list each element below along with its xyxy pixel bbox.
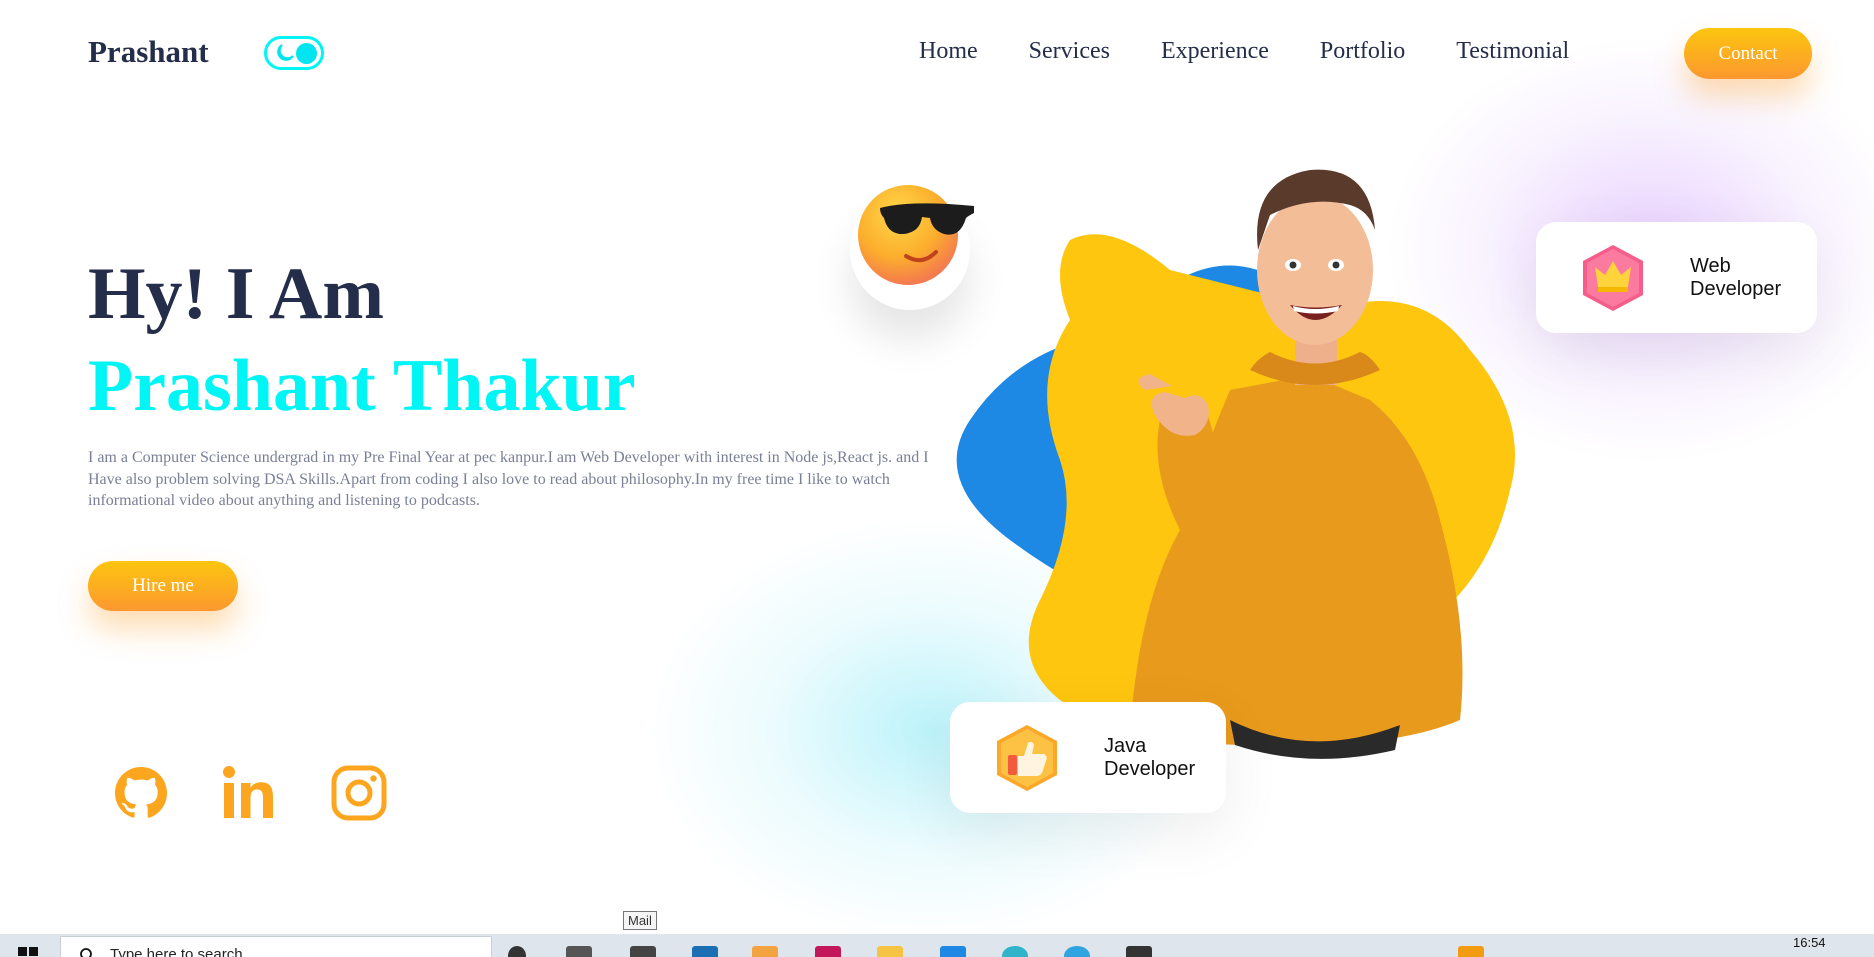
nav-portfolio[interactable]: Portfolio	[1320, 38, 1405, 65]
file-explorer-icon[interactable]	[877, 946, 903, 957]
hero-description: I am a Computer Science undergrad in my …	[88, 449, 929, 509]
weather-icon[interactable]	[1458, 946, 1484, 957]
java-developer-card: Java Developer	[950, 702, 1226, 813]
nav-experience[interactable]: Experience	[1161, 38, 1269, 65]
toggle-knob	[296, 43, 317, 64]
vscode-icon[interactable]	[940, 946, 966, 957]
taskbar-clock[interactable]: 16:54	[1793, 935, 1826, 950]
moon-icon	[277, 44, 294, 61]
linkedin-icon[interactable]	[221, 764, 279, 822]
windows-start-icon[interactable]	[18, 947, 38, 957]
java-developer-label: Java Developer	[1104, 734, 1196, 780]
taskbar-search-placeholder: Type here to search	[110, 946, 243, 957]
nav-testimonial[interactable]: Testimonial	[1456, 38, 1569, 65]
hero-name: Prashant Thakur	[88, 345, 636, 427]
crown-icon	[1583, 244, 1643, 311]
search-icon	[80, 948, 92, 957]
web-developer-label: Web Developer	[1690, 254, 1782, 300]
mail-icon[interactable]	[630, 946, 656, 957]
nav-services[interactable]: Services	[1029, 38, 1110, 65]
windows-taskbar: Type here to search 16:54	[0, 934, 1874, 957]
telegram-icon[interactable]	[1064, 946, 1090, 957]
hero-greeting: Hy! I Am	[88, 253, 384, 335]
instagram-icon[interactable]	[330, 764, 388, 822]
mail-tooltip: Mail	[623, 911, 657, 930]
person-illustration	[1130, 169, 1463, 759]
theme-toggle[interactable]	[264, 36, 324, 70]
edge-icon[interactable]	[1002, 946, 1028, 957]
app-icon-1[interactable]	[692, 946, 718, 957]
github-icon[interactable]	[112, 764, 170, 822]
nav-home[interactable]: Home	[919, 38, 978, 65]
web-developer-card: Web Developer	[1536, 222, 1817, 333]
task-view-icon[interactable]	[566, 946, 592, 957]
intellij-icon[interactable]	[815, 946, 841, 957]
site-logo[interactable]: Prashant	[88, 34, 209, 70]
cortana-icon[interactable]	[508, 946, 526, 957]
app-icon-2[interactable]	[1126, 946, 1152, 957]
hire-me-button[interactable]: Hire me	[88, 561, 238, 611]
thumbs-up-icon	[997, 724, 1057, 791]
main-nav: Home Services Experience Portfolio Testi…	[919, 38, 1620, 65]
firefox-icon[interactable]	[752, 946, 778, 957]
contact-button[interactable]: Contact	[1684, 28, 1812, 79]
